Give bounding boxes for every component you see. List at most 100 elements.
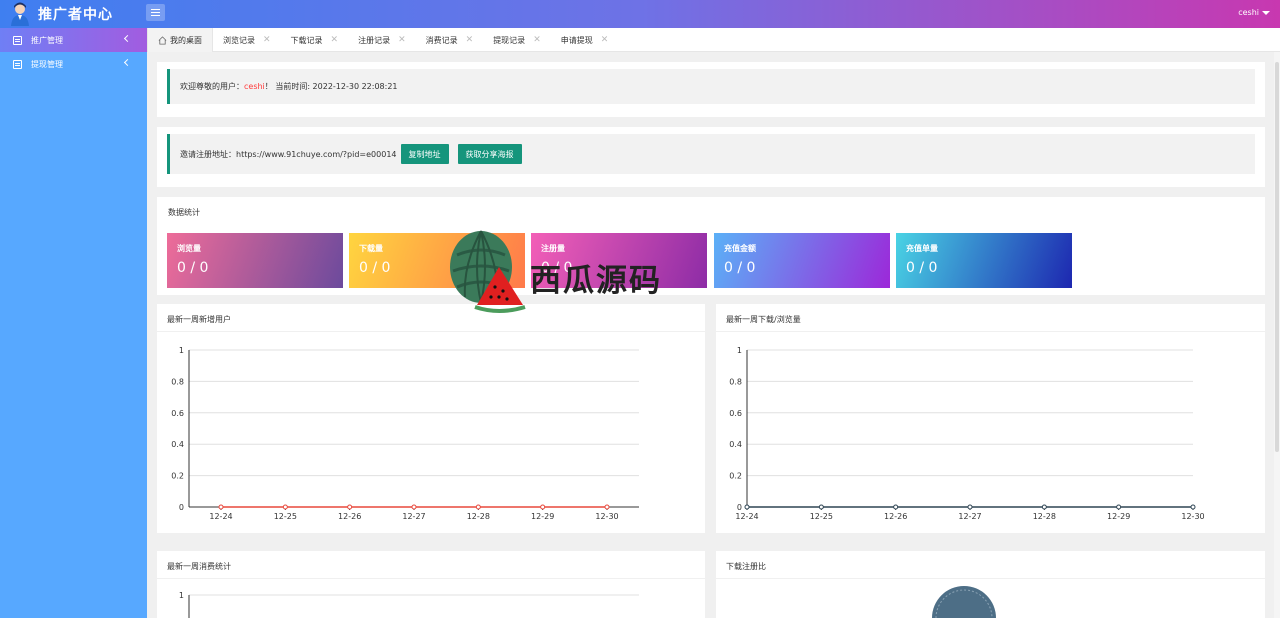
user-menu[interactable]: ceshi (1238, 8, 1270, 17)
stat-label: 充值金额 (724, 244, 756, 253)
main-content: 欢迎尊敬的用户： ceshi ！ 当前时间: 2022-12-30 22:08:… (147, 52, 1274, 618)
page-scrollbar[interactable] (1274, 52, 1280, 618)
tab-label: 下载记录 (290, 35, 323, 45)
x-tick-label: 12-24 (735, 512, 758, 521)
stat-label: 浏览量 (177, 244, 201, 253)
consumption-line-chart: 1 (179, 591, 639, 618)
stat-card-views: 浏览量 0 / 0 (167, 233, 343, 288)
data-point (1190, 504, 1196, 510)
close-icon[interactable]: ✕ (331, 35, 339, 45)
x-tick-label: 12-25 (274, 512, 297, 521)
sidebar-item-withdraw[interactable]: 提现管理 (0, 52, 147, 76)
data-point (475, 504, 481, 510)
data-point (893, 504, 899, 510)
tab-label: 提现记录 (493, 35, 526, 45)
user-avatar-icon (11, 2, 29, 26)
tab-register-records[interactable]: 注册记录 ✕ (348, 28, 416, 52)
y-tick-label: 0.2 (729, 472, 742, 481)
sidebar-item-label: 提现管理 (31, 59, 63, 69)
data-point (282, 504, 288, 510)
y-tick-label: 0.8 (729, 377, 742, 386)
welcome-time: ！ 当前时间: 2022-12-30 22:08:21 (264, 82, 398, 91)
tab-label: 我的桌面 (170, 35, 202, 45)
scrollbar-thumb[interactable] (1275, 62, 1279, 452)
welcome-username: ceshi (244, 82, 265, 91)
data-point (744, 504, 750, 510)
document-icon (13, 35, 22, 45)
tab-label: 申请提现 (560, 35, 593, 45)
sidebar-item-promotion[interactable]: 推广管理 (0, 28, 147, 52)
tab-desktop[interactable]: 我的桌面 (147, 28, 213, 52)
y-tick-label: 1 (737, 346, 742, 355)
chevron-left-icon (123, 58, 132, 67)
get-poster-button[interactable]: 获取分享海报 (457, 144, 522, 164)
close-icon[interactable]: ✕ (398, 35, 406, 45)
document-icon (13, 59, 22, 69)
stat-card-recharge-amount: 充值金额 0 / 0 (714, 233, 890, 288)
welcome-panel: 欢迎尊敬的用户： ceshi ！ 当前时间: 2022-12-30 22:08:… (157, 62, 1265, 117)
sidebar-item-label: 推广管理 (31, 35, 63, 45)
x-tick-label: 12-24 (209, 512, 232, 521)
sidebar: 推广管理 提现管理 (0, 28, 147, 618)
x-tick-label: 12-26 (884, 512, 907, 521)
data-point (967, 504, 973, 510)
chart-title: 下载注册比 (716, 551, 1265, 579)
stat-card-recharge-orders: 充值单量 0 / 0 (896, 233, 1072, 288)
data-point (818, 504, 824, 510)
stat-value: 0 / 0 (177, 260, 209, 276)
new-users-line-chart: 0 0.2 0.4 0.6 0.8 1 12-24 12-25 12-26 12-27 12-28 1… (171, 346, 639, 521)
tab-consumption-records[interactable]: 消费记录 ✕ (416, 28, 484, 52)
x-tick-label: 12-30 (1181, 512, 1204, 521)
stat-value: 0 / 0 (724, 260, 756, 276)
watermelon-icon (450, 230, 526, 313)
data-point (540, 504, 546, 510)
tab-withdraw-records[interactable]: 提现记录 ✕ (483, 28, 551, 52)
data-point (347, 504, 353, 510)
chart-downloads-views: 最新一周下载/浏览量 0 0.2 0.4 0.6 0.8 1 12-24 12-25 12-26… (716, 304, 1265, 533)
y-tick-label: 0 (179, 503, 184, 512)
chart-new-users: 最新一周新增用户 0 0.2 0.4 0.6 0.8 1 12-24 12-25 12-26 12… (157, 304, 705, 533)
x-tick-label: 12-29 (1107, 512, 1130, 521)
chart-title: 最新一周下载/浏览量 (716, 304, 1265, 332)
tab-browse-records[interactable]: 浏览记录 ✕ (213, 28, 281, 52)
data-point (604, 504, 610, 510)
x-tick-label: 12-27 (958, 512, 981, 521)
close-icon[interactable]: ✕ (601, 35, 609, 45)
stats-title: 数据统计 (168, 208, 200, 217)
stat-value: 0 / 0 (906, 260, 938, 276)
close-icon[interactable]: ✕ (466, 35, 474, 45)
watermark: 西瓜源码 (443, 225, 665, 317)
y-tick-label: 0.8 (171, 377, 184, 386)
x-tick-label: 12-26 (338, 512, 361, 521)
data-point (218, 504, 224, 510)
x-tick-label: 12-29 (531, 512, 554, 521)
downloads-line-chart: 0 0.2 0.4 0.6 0.8 1 12-24 12-25 12-26 12-27 12-28 1… (729, 346, 1204, 521)
invite-panel: 邀请注册地址：https://www.91chuye.com/?pid=e000… (157, 127, 1265, 187)
close-icon[interactable]: ✕ (263, 35, 271, 45)
top-header: 推广者中心 ceshi (0, 0, 1280, 28)
tab-apply-withdraw[interactable]: 申请提现 ✕ (551, 28, 619, 52)
home-icon (158, 35, 167, 45)
menu-toggle-button[interactable] (146, 4, 165, 21)
x-tick-label: 12-30 (595, 512, 618, 521)
chart-download-register-ratio: 下载注册比 (716, 551, 1265, 618)
data-point (1041, 504, 1047, 510)
copy-address-button[interactable]: 复制地址 (400, 144, 449, 164)
tab-bar: 我的桌面 浏览记录 ✕ 下载记录 ✕ 注册记录 ✕ 消费记录 ✕ 提现记录 ✕ … (147, 28, 1280, 52)
x-tick-label: 12-28 (467, 512, 490, 521)
chart-consumption: 最新一周消费统计 1 (157, 551, 705, 618)
tab-label: 浏览记录 (223, 35, 255, 45)
tab-label: 注册记录 (358, 35, 391, 45)
x-tick-label: 12-27 (402, 512, 425, 521)
brand: 推广者中心 (0, 0, 147, 28)
y-tick-label: 0.4 (729, 440, 742, 449)
x-tick-label: 12-25 (810, 512, 833, 521)
welcome-prefix: 欢迎尊敬的用户： (180, 82, 244, 91)
y-tick-label: 0.2 (171, 472, 184, 481)
close-icon[interactable]: ✕ (533, 35, 541, 45)
username: ceshi (1238, 8, 1259, 17)
y-tick-label: 1 (179, 346, 184, 355)
data-point (411, 504, 417, 510)
tab-download-records[interactable]: 下载记录 ✕ (281, 28, 349, 52)
welcome-notice: 欢迎尊敬的用户： ceshi ！ 当前时间: 2022-12-30 22:08:… (167, 69, 1255, 104)
